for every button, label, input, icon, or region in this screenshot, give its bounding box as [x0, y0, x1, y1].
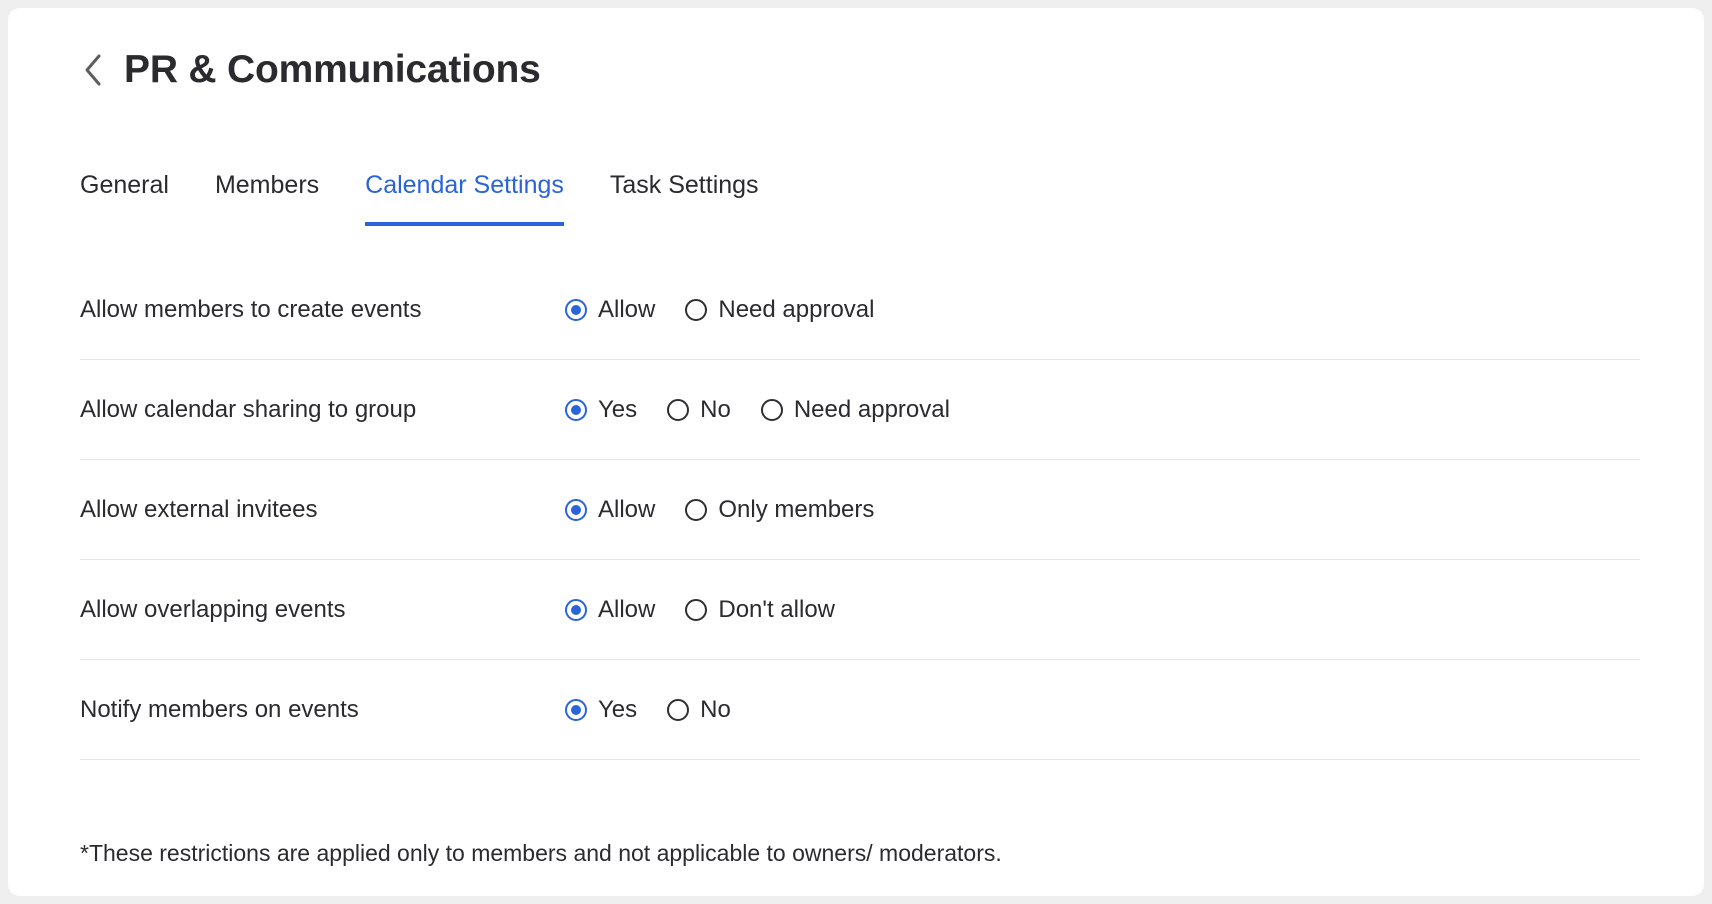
- settings-list: Allow members to create events Allow Need …: [80, 260, 1640, 760]
- settings-card: PR & Communications General Members Calend…: [8, 8, 1704, 896]
- setting-row: Allow external invitees Allow Only members: [80, 460, 1640, 560]
- page-header: PR & Communications: [80, 48, 541, 92]
- radio-group: Allow Don't allow: [565, 596, 835, 624]
- radio-option[interactable]: Don't allow: [685, 596, 835, 624]
- radio-unselected-icon[interactable]: [667, 699, 689, 721]
- radio-option[interactable]: No: [667, 396, 731, 424]
- radio-option-label: Allow: [598, 496, 655, 524]
- tab-calendar-settings[interactable]: Calendar Settings: [365, 171, 564, 226]
- footnote-text: *These restrictions are applied only to …: [80, 840, 1002, 867]
- radio-option[interactable]: Allow: [565, 296, 655, 324]
- radio-unselected-icon[interactable]: [685, 499, 707, 521]
- radio-option[interactable]: No: [667, 696, 731, 724]
- tab-bar: General Members Calendar Settings Task Sett…: [80, 171, 759, 226]
- radio-option-label: Only members: [718, 496, 874, 524]
- radio-option[interactable]: Yes: [565, 696, 637, 724]
- radio-option[interactable]: Allow: [565, 596, 655, 624]
- radio-option-label: Yes: [598, 696, 637, 724]
- radio-selected-icon[interactable]: [565, 399, 587, 421]
- setting-row: Allow calendar sharing to group Yes No Need…: [80, 360, 1640, 460]
- page-title: PR & Communications: [124, 48, 541, 92]
- radio-selected-icon[interactable]: [565, 599, 587, 621]
- radio-option[interactable]: Yes: [565, 396, 637, 424]
- radio-option-label: Don't allow: [718, 596, 835, 624]
- radio-group: Allow Only members: [565, 496, 874, 524]
- radio-option-label: Allow: [598, 596, 655, 624]
- radio-option-label: Allow: [598, 296, 655, 324]
- radio-unselected-icon[interactable]: [761, 399, 783, 421]
- radio-unselected-icon[interactable]: [685, 299, 707, 321]
- radio-group: Allow Need approval: [565, 296, 874, 324]
- radio-option[interactable]: Allow: [565, 496, 655, 524]
- tab-general[interactable]: General: [80, 171, 169, 226]
- chevron-left-icon[interactable]: [80, 50, 106, 90]
- setting-row: Allow members to create events Allow Need …: [80, 260, 1640, 360]
- radio-unselected-icon[interactable]: [667, 399, 689, 421]
- setting-row: Allow overlapping events Allow Don't allow: [80, 560, 1640, 660]
- radio-group: Yes No: [565, 696, 731, 724]
- radio-selected-icon[interactable]: [565, 499, 587, 521]
- radio-option-label: No: [700, 696, 731, 724]
- radio-option-label: Yes: [598, 396, 637, 424]
- radio-option[interactable]: Only members: [685, 496, 874, 524]
- setting-label: Allow external invitees: [80, 496, 565, 524]
- radio-selected-icon[interactable]: [565, 299, 587, 321]
- radio-option-label: Need approval: [794, 396, 950, 424]
- setting-label: Allow calendar sharing to group: [80, 396, 565, 424]
- setting-label: Allow members to create events: [80, 296, 565, 324]
- radio-option-label: Need approval: [718, 296, 874, 324]
- setting-label: Allow overlapping events: [80, 596, 565, 624]
- setting-label: Notify members on events: [80, 696, 565, 724]
- setting-row: Notify members on events Yes No: [80, 660, 1640, 760]
- tab-members[interactable]: Members: [215, 171, 319, 226]
- radio-option[interactable]: Need approval: [685, 296, 874, 324]
- radio-selected-icon[interactable]: [565, 699, 587, 721]
- radio-unselected-icon[interactable]: [685, 599, 707, 621]
- radio-option-label: No: [700, 396, 731, 424]
- radio-option[interactable]: Need approval: [761, 396, 950, 424]
- tab-task-settings[interactable]: Task Settings: [610, 171, 759, 226]
- radio-group: Yes No Need approval: [565, 396, 950, 424]
